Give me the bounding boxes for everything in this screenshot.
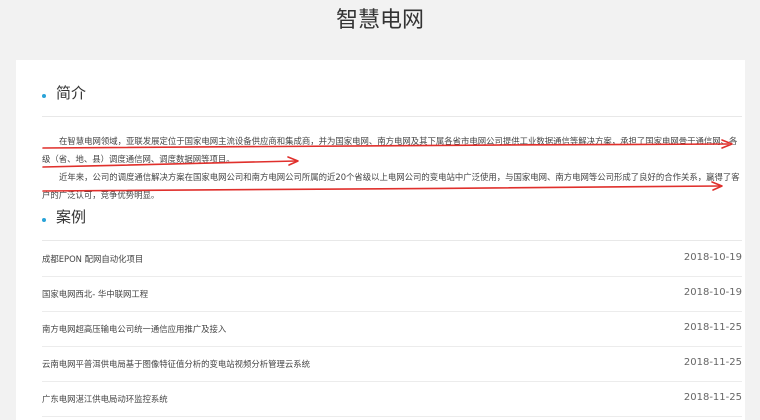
case-list-item[interactable]: 南方电网超高压输电公司统一通信应用推广及接入 2018-11-25: [42, 312, 742, 347]
case-name[interactable]: 广东电网湛江供电局动环监控系统: [42, 393, 168, 405]
intro-paragraph-1: 在智慧电网领域，亚联发展定位于国家电网主流设备供应商和集成商，并为国家电网、南方…: [42, 136, 738, 164]
intro-heading: 简介: [56, 84, 87, 102]
case-name[interactable]: 成都EPON 配网自动化项目: [42, 253, 143, 265]
cases-section-header: 案例: [42, 204, 742, 241]
case-date: 2018-11-25: [683, 357, 742, 368]
case-date: 2018-11-25: [683, 392, 742, 403]
page-title: 智慧电网: [335, 8, 424, 33]
case-list-item[interactable]: 成都EPON 配网自动化项目 2018-10-19: [42, 242, 742, 277]
case-date: 2018-11-25: [683, 322, 742, 333]
case-list-item[interactable]: 云南电网平普洱供电局基于图像特征值分析的变电站视频分析管理云系统 2018-11…: [42, 347, 742, 382]
case-date: 2018-10-19: [683, 252, 742, 263]
case-list-item[interactable]: 国家电网西北- 华中联网工程 2018-10-19: [42, 277, 742, 312]
cases-heading: 案例: [56, 208, 87, 226]
bullet-dot-icon: [42, 94, 46, 98]
case-name[interactable]: 南方电网超高压输电公司统一通信应用推广及接入: [42, 323, 226, 335]
intro-section-header: 简介: [42, 80, 742, 117]
bullet-dot-icon: [42, 218, 46, 222]
case-date: 2018-10-19: [683, 287, 742, 298]
intro-paragraph-2: 近年来，公司的调度通信解决方案在国家电网公司和南方电网公司所属的近20个省级以上…: [42, 172, 740, 200]
case-name[interactable]: 云南电网平普洱供电局基于图像特征值分析的变电站视频分析管理云系统: [42, 358, 310, 370]
case-name[interactable]: 国家电网西北- 华中联网工程: [42, 288, 148, 300]
intro-text: 在智慧电网领域，亚联发展定位于国家电网主流设备供应商和集成商，并为国家电网、南方…: [42, 132, 742, 204]
content-panel: 简介 在智慧电网领域，亚联发展定位于国家电网主流设备供应商和集成商，并为国家电网…: [16, 60, 745, 420]
